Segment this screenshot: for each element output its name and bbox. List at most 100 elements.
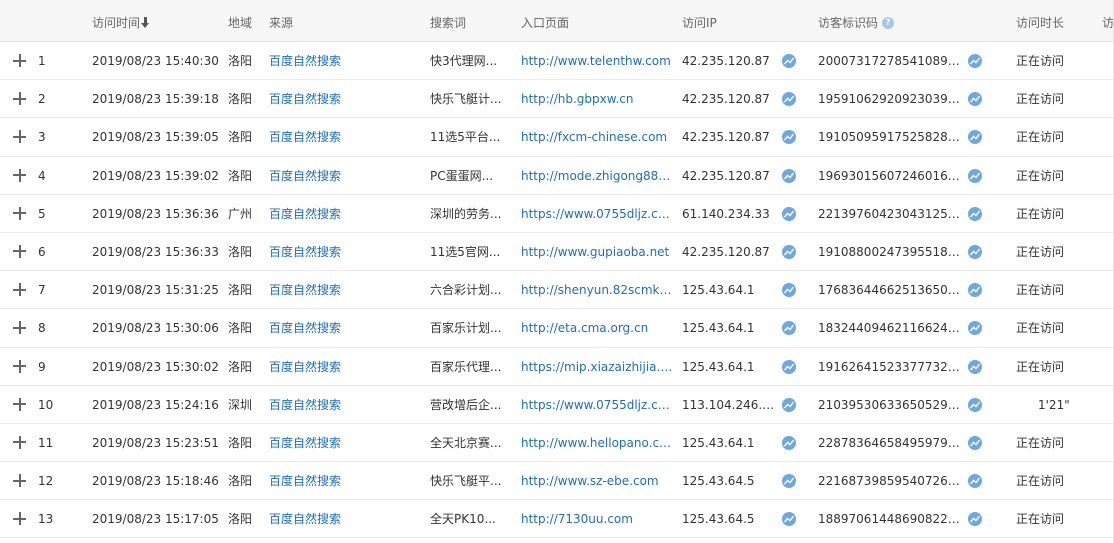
row-region: 深圳 — [228, 397, 253, 412]
row-source-link[interactable]: 百度自然搜索 — [269, 118, 419, 156]
ip-trend-icon[interactable] — [782, 206, 796, 221]
row-source-link[interactable]: 百度自然搜索 — [269, 42, 419, 80]
ip-trend-icon[interactable] — [782, 283, 796, 298]
header-region: 地域 — [228, 16, 253, 30]
visitor-trend-icon[interactable] — [968, 474, 982, 489]
expand-plus-icon[interactable] — [13, 474, 26, 488]
ip-trend-icon[interactable] — [782, 397, 796, 412]
row-duration: 正在访问 — [1016, 168, 1065, 183]
row-index: 9 — [38, 359, 46, 374]
ip-trend-icon[interactable] — [782, 92, 796, 107]
row-duration: 正在访问 — [1016, 321, 1065, 336]
row-keyword: PC蛋蛋网... — [430, 168, 494, 183]
table-row: 6 2019/08/23 15:36:33 洛阳 百度自然搜索 11选5官网... htt… — [0, 232, 1114, 272]
table-body: 1 2019/08/23 15:40:30 洛阳 百度自然搜索 快3代理网... http… — [0, 42, 1114, 539]
row-entry-page-link[interactable]: https://mip.xiazaizhijia.com — [521, 348, 673, 386]
expand-plus-icon[interactable] — [13, 206, 26, 220]
row-entry-page-link[interactable]: http://hb.gbpxw.cn — [521, 80, 673, 118]
row-entry-page-link[interactable]: http://www.telenthw.com — [521, 42, 673, 80]
row-source-link[interactable]: 百度自然搜索 — [269, 80, 419, 118]
row-source-link[interactable]: 百度自然搜索 — [269, 386, 419, 424]
ip-trend-icon[interactable] — [782, 321, 796, 336]
row-region: 洛阳 — [228, 359, 253, 374]
row-entry-page-link[interactable]: http://www.gupiaoba.net — [521, 233, 673, 271]
expand-plus-icon[interactable] — [13, 283, 26, 297]
row-visitor-ip: 61.140.234.33 — [682, 206, 770, 221]
visitor-trend-icon[interactable] — [968, 130, 982, 145]
ip-trend-icon[interactable] — [782, 54, 796, 68]
row-entry-page-link[interactable]: http://eta.cma.org.cn — [521, 309, 673, 347]
expand-plus-icon[interactable] — [13, 54, 26, 67]
row-source-link[interactable]: 百度自然搜索 — [269, 462, 419, 500]
ip-trend-icon[interactable] — [782, 435, 796, 450]
row-entry-page-link[interactable]: http://shenyun.82scmkx.... — [521, 271, 673, 309]
row-visitor-ip: 125.43.64.1 — [682, 283, 755, 298]
visitor-trend-icon[interactable] — [968, 168, 982, 183]
sort-desc-icon[interactable] — [141, 17, 150, 28]
row-visitor-ip: 113.104.246.172 — [682, 397, 778, 412]
visitor-trend-icon[interactable] — [968, 512, 982, 527]
expand-plus-icon[interactable] — [13, 359, 26, 373]
row-source-link[interactable]: 百度自然搜索 — [269, 195, 419, 233]
expand-plus-icon[interactable] — [13, 130, 26, 144]
visitor-trend-icon[interactable] — [968, 321, 982, 336]
visitor-trend-icon[interactable] — [968, 435, 982, 450]
row-entry-page-link[interactable]: http://www.sz-ebe.com — [521, 462, 673, 500]
ip-trend-icon[interactable] — [782, 244, 796, 259]
row-entry-page-link[interactable]: http://7130uu.com — [521, 500, 673, 538]
ip-trend-icon[interactable] — [782, 359, 796, 374]
expand-plus-icon[interactable] — [13, 321, 26, 335]
expand-plus-icon[interactable] — [13, 512, 26, 526]
expand-plus-icon[interactable] — [13, 435, 26, 449]
table-row: 2 2019/08/23 15:39:18 洛阳 百度自然搜索 快乐飞艇计... http… — [0, 80, 1114, 119]
row-region: 洛阳 — [228, 321, 253, 336]
row-visit-time: 2019/08/23 15:24:16 — [92, 397, 219, 412]
row-region: 洛阳 — [228, 474, 253, 489]
ip-trend-icon[interactable] — [782, 168, 796, 183]
row-visitor-ip: 42.235.120.87 — [682, 130, 770, 145]
row-duration: 正在访问 — [1016, 359, 1065, 374]
help-icon[interactable]: ? — [882, 16, 895, 29]
expand-plus-icon[interactable] — [13, 92, 26, 106]
table-row: 4 2019/08/23 15:39:02 洛阳 百度自然搜索 PC蛋蛋网... http… — [0, 156, 1114, 195]
header-visit-time[interactable]: 访问时间 — [92, 0, 150, 42]
row-duration: 正在访问 — [1016, 283, 1065, 298]
visitor-trend-icon[interactable] — [968, 397, 982, 412]
row-keyword: 六合彩计划... — [430, 283, 502, 298]
visitor-trend-icon[interactable] — [968, 244, 982, 259]
expand-plus-icon[interactable] — [13, 244, 26, 258]
row-visit-time: 2019/08/23 15:39:18 — [92, 92, 219, 107]
row-entry-page-link[interactable]: http://fxcm-chinese.com — [521, 118, 673, 156]
table-row: 10 2019/08/23 15:24:16 深圳 百度自然搜索 营改增后企... htt… — [0, 385, 1114, 424]
header-visitor-id: 访客标识码? — [818, 0, 895, 42]
ip-trend-icon[interactable] — [782, 512, 796, 527]
visitor-trend-icon[interactable] — [968, 206, 982, 221]
row-source-link[interactable]: 百度自然搜索 — [269, 157, 419, 195]
row-region: 洛阳 — [228, 244, 253, 259]
table-row: 7 2019/08/23 15:31:25 洛阳 百度自然搜索 六合彩计划... http… — [0, 271, 1114, 310]
row-entry-page-link[interactable]: http://www.hellopano.com — [521, 424, 673, 462]
row-source-link[interactable]: 百度自然搜索 — [269, 271, 419, 309]
visitor-trend-icon[interactable] — [968, 54, 982, 68]
row-entry-page-link[interactable]: http://mode.zhigong888.cn — [521, 157, 673, 195]
visitor-trend-icon[interactable] — [968, 283, 982, 298]
row-visitor-id: 1910880024739551821 — [818, 244, 960, 259]
row-source-link[interactable]: 百度自然搜索 — [269, 500, 419, 538]
row-source-link[interactable]: 百度自然搜索 — [269, 233, 419, 271]
table-row: 13 2019/08/23 15:17:05 洛阳 百度自然搜索 全天PK10... ht… — [0, 500, 1114, 539]
visitor-trend-icon[interactable] — [968, 359, 982, 374]
row-keyword: 全天北京赛... — [430, 435, 502, 450]
row-keyword: 营改增后企... — [430, 397, 502, 412]
visitor-trend-icon[interactable] — [968, 92, 982, 107]
row-entry-page-link[interactable]: https://www.0755dljz.co... — [521, 386, 673, 424]
ip-trend-icon[interactable] — [782, 474, 796, 489]
expand-plus-icon[interactable] — [13, 397, 26, 411]
ip-trend-icon[interactable] — [782, 130, 796, 145]
row-source-link[interactable]: 百度自然搜索 — [269, 348, 419, 386]
row-source-link[interactable]: 百度自然搜索 — [269, 309, 419, 347]
table-row: 9 2019/08/23 15:30:02 洛阳 百度自然搜索 百家乐代理... http… — [0, 347, 1114, 386]
row-source-link[interactable]: 百度自然搜索 — [269, 424, 419, 462]
row-entry-page-link[interactable]: https://www.0755dljz.co... — [521, 195, 673, 233]
expand-plus-icon[interactable] — [13, 168, 26, 182]
table-row: 1 2019/08/23 15:40:30 洛阳 百度自然搜索 快3代理网... http… — [0, 42, 1114, 81]
